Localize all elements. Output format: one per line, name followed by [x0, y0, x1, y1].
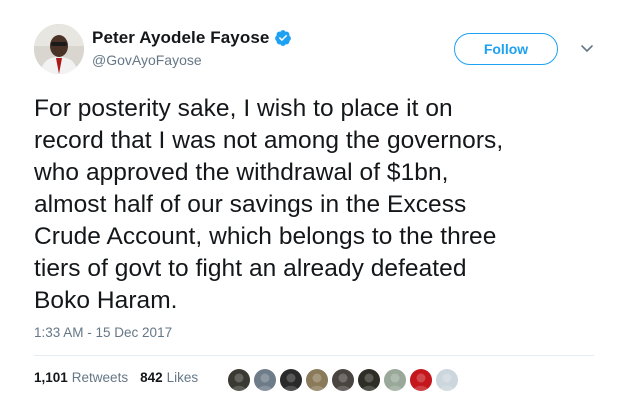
likes-count: 842	[140, 370, 163, 385]
tweet-stats: 1,101 Retweets 842 Likes	[34, 370, 210, 385]
liker-avatar[interactable]	[305, 368, 329, 392]
tweet-text: For posterity sake, I wish to place it o…	[34, 95, 504, 314]
follow-button[interactable]: Follow	[454, 33, 558, 65]
verified-badge-icon	[274, 29, 292, 47]
chevron-down-icon[interactable]	[579, 42, 595, 56]
retweets-label: Retweets	[71, 370, 129, 385]
likes-stat[interactable]: 842 Likes	[140, 370, 198, 385]
author-handle[interactable]: @GovAyoFayose	[92, 52, 292, 68]
liker-avatars	[227, 368, 461, 392]
liker-avatar[interactable]	[357, 368, 381, 392]
avatar[interactable]	[34, 24, 84, 74]
tweet-header: Peter Ayodele Fayose @GovAyoFayose Follo…	[34, 24, 604, 76]
retweets-stat[interactable]: 1,101 Retweets	[34, 370, 128, 385]
divider	[34, 355, 594, 356]
liker-avatar[interactable]	[409, 368, 433, 392]
author-display-name[interactable]: Peter Ayodele Fayose	[92, 28, 269, 48]
liker-avatar[interactable]	[383, 368, 407, 392]
tweet-card: Peter Ayodele Fayose @GovAyoFayose Follo…	[0, 0, 630, 401]
liker-avatar[interactable]	[331, 368, 355, 392]
likes-label: Likes	[166, 370, 199, 385]
tweet-timestamp[interactable]: 1:33 AM - 15 Dec 2017	[34, 325, 172, 340]
liker-avatar[interactable]	[435, 368, 459, 392]
author-info: Peter Ayodele Fayose @GovAyoFayose	[92, 28, 292, 68]
liker-avatar[interactable]	[253, 368, 277, 392]
liker-avatar[interactable]	[279, 368, 303, 392]
liker-avatar[interactable]	[227, 368, 251, 392]
retweets-count: 1,101	[34, 370, 68, 385]
